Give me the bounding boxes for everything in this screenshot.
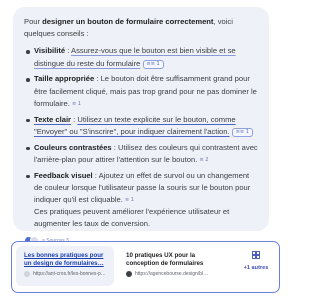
tip-term: Feedback visuel <box>34 170 93 180</box>
tips-list: Visibilité : Assurez-vous que le bouton … <box>24 45 258 230</box>
site-favicon-icon <box>24 271 30 277</box>
tip-item-visibilite: Visibilité : Assurez-vous que le bouton … <box>26 45 258 69</box>
citation-chip[interactable]: ≡ 1 <box>125 194 134 206</box>
sources-panel: Les bonnes pratiques pour un design de f… <box>11 241 280 293</box>
tip-item-texte: Texte clair : Utilisez un texte explicit… <box>26 114 258 138</box>
tip-term: Visibilité <box>34 46 66 56</box>
source-title[interactable]: Les bonnes pratiques pour un design de f… <box>24 252 108 268</box>
tip-item-feedback: Feedback visuel : Ajoutez un effet de su… <box>26 170 258 231</box>
citation-chip[interactable]: ≡≡ 1 <box>142 59 164 69</box>
answer-closing: Ces pratiques peuvent améliorer l'expéri… <box>34 207 230 229</box>
source-url-row: https://ant-cros.fr/les-bonnes-p… <box>24 271 108 277</box>
source-card[interactable]: Les bonnes pratiques pour un design de f… <box>16 246 114 286</box>
tip-term: Taille appropriée <box>34 74 95 84</box>
source-url: https://agencebourse.design/bl… <box>135 271 209 277</box>
tip-term: Couleurs contrastées <box>34 142 112 152</box>
source-url-row: https://agencebourse.design/bl… <box>126 271 218 277</box>
tip-term: Texte clair <box>34 114 72 124</box>
intro-bold: designer un bouton de formulaire correct… <box>42 17 214 26</box>
citation-chip[interactable]: ≡≡ 1 <box>231 127 253 137</box>
grid-icon <box>252 251 260 259</box>
ai-answer-card: Pour designer un bouton de formulaire co… <box>13 7 269 246</box>
source-title[interactable]: 10 pratiques UX pour la conception de fo… <box>126 252 218 268</box>
tip-item-taille: Taille appropriée : Le bouton doit être … <box>26 73 258 110</box>
citation-chip[interactable]: ≡ 1 <box>72 98 81 110</box>
site-favicon-icon <box>126 271 132 277</box>
more-sources-label: +1 autres <box>243 265 269 271</box>
answer-intro: Pour designer un bouton de formulaire co… <box>24 16 258 40</box>
source-url: https://ant-cros.fr/les-bonnes-p… <box>33 271 106 277</box>
tip-item-couleurs: Couleurs contrastées : Utilisez des coul… <box>26 142 258 166</box>
intro-prefix: Pour <box>24 17 43 26</box>
source-card[interactable]: 10 pratiques UX pour la conception de fo… <box>118 246 224 286</box>
citation-chip[interactable]: ≡ 2 <box>199 154 208 166</box>
more-sources-button[interactable]: +1 autres <box>238 251 274 271</box>
